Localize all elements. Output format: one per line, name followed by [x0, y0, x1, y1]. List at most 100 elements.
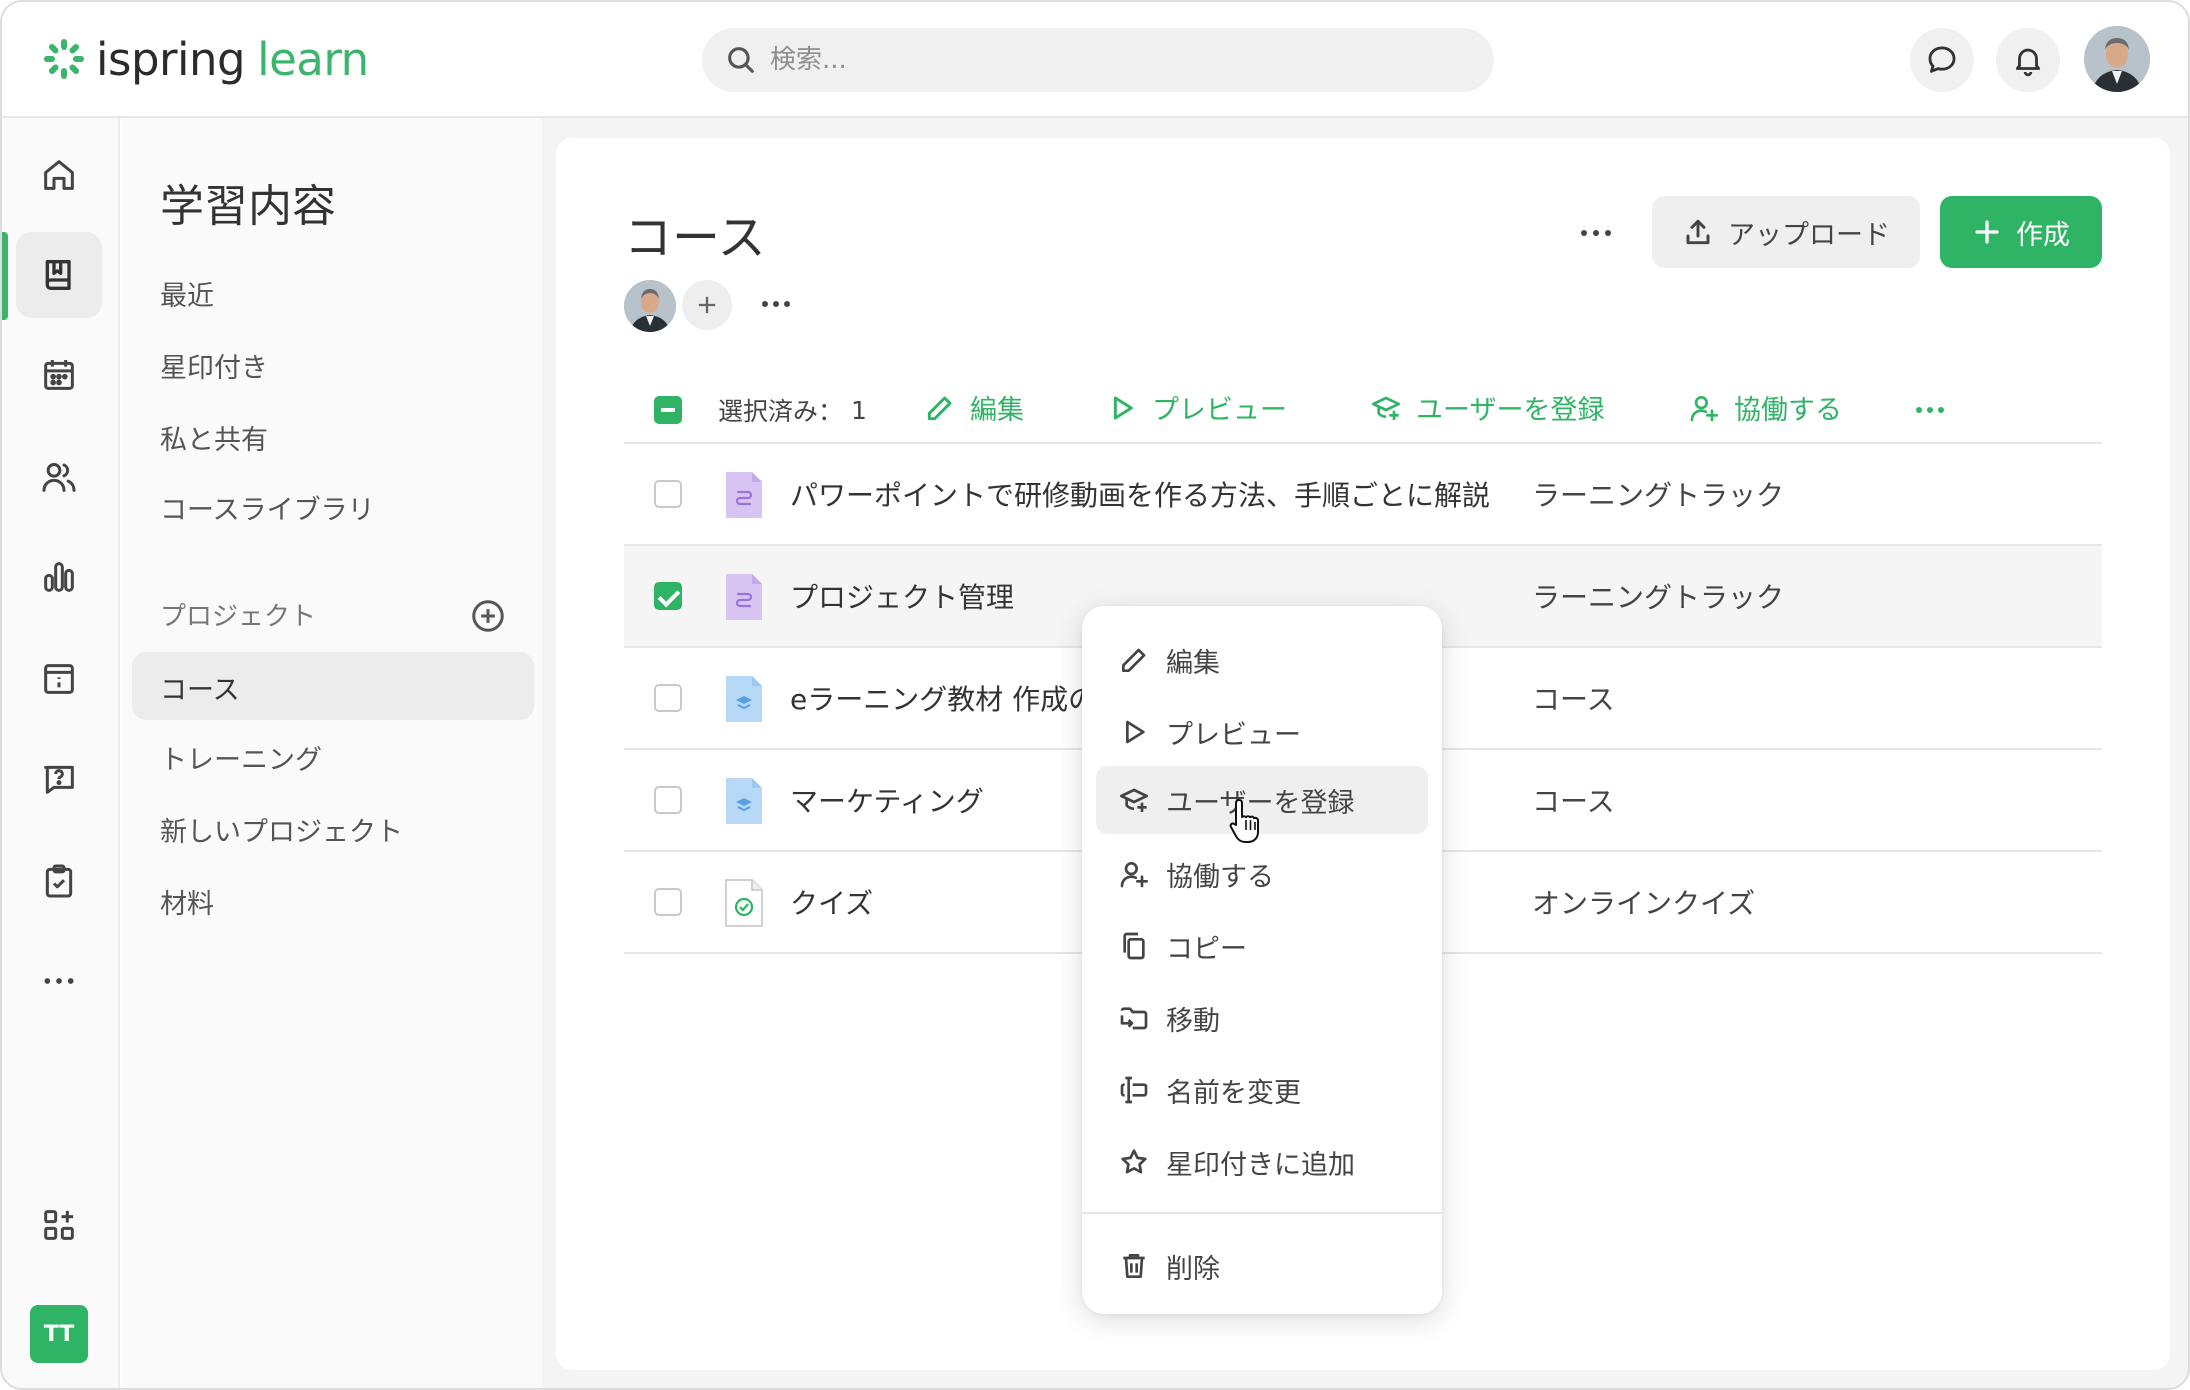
select-all-checkbox[interactable] — [654, 396, 682, 424]
row-type: コース — [1532, 785, 1615, 818]
section-title: 学習内容 — [160, 181, 336, 232]
chart-icon — [44, 562, 74, 592]
add-project-icon[interactable] — [470, 598, 506, 634]
app-window: ispring learn 検索... TT 学習内容 最近 星印付き 私と共有… — [0, 0, 2190, 1390]
notifications-button[interactable] — [1996, 28, 2060, 92]
apps-add-icon — [44, 1210, 74, 1240]
ispring-logo-icon — [44, 39, 84, 79]
upload-button[interactable]: アップロード — [1652, 196, 1920, 268]
menu-item-preview[interactable]: プレビュー — [1096, 698, 1428, 766]
menu-item-label: プレビュー — [1166, 719, 1301, 751]
user-add-icon — [1690, 395, 1718, 421]
toolbar-preview-label: プレビュー — [1152, 395, 1287, 426]
page-more-icon[interactable] — [1576, 218, 1616, 248]
menu-item-copy[interactable]: コピー — [1096, 912, 1428, 980]
toolbar-enroll-button[interactable]: ユーザーを登録 — [1370, 388, 1604, 427]
toolbar-edit-button[interactable]: 編集 — [924, 388, 1024, 427]
row-type: コース — [1532, 683, 1615, 716]
rail-users[interactable] — [16, 434, 102, 520]
rail-reports[interactable] — [16, 534, 102, 620]
search-input[interactable] — [770, 45, 1470, 75]
more-icon — [44, 978, 74, 984]
logo-text-learn: learn — [257, 32, 369, 86]
row-checkbox[interactable] — [654, 480, 682, 508]
row-name[interactable]: マーケティング — [790, 780, 984, 820]
rail-help[interactable] — [16, 736, 102, 822]
rail-learning-content[interactable] — [16, 232, 102, 318]
toolbar-preview-button[interactable]: プレビュー — [1106, 388, 1287, 427]
top-bar: ispring learn — [2, 2, 2188, 118]
owner-photo-icon — [624, 280, 676, 332]
user-initials-avatar[interactable]: TT — [30, 1305, 88, 1363]
row-type: ラーニングトラック — [1532, 581, 1785, 614]
row-name[interactable]: eラーニング教材 作成の — [790, 678, 1096, 718]
hand-cursor-icon — [1229, 799, 1259, 843]
row-checkbox[interactable] — [654, 684, 682, 712]
create-button[interactable]: 作成 — [1940, 196, 2102, 268]
learning-track-icon — [726, 472, 762, 518]
toolbar-collaborate-button[interactable]: 協働する — [1688, 388, 1842, 427]
row-checkbox[interactable] — [654, 786, 682, 814]
nav-item-recent[interactable]: 最近 — [160, 274, 214, 313]
search-bar[interactable] — [702, 28, 1494, 92]
rail-apps[interactable] — [16, 1182, 102, 1268]
menu-item-move[interactable]: 移動 — [1096, 984, 1428, 1052]
graduation-cap-icon — [1120, 788, 1148, 812]
row-name[interactable]: プロジェクト管理 — [790, 576, 1014, 616]
pencil-icon — [927, 396, 952, 420]
nav-item-training[interactable]: トレーニング — [160, 738, 322, 777]
menu-item-label: 移動 — [1166, 1005, 1220, 1037]
learning-track-icon — [726, 574, 762, 620]
rail-info-board[interactable] — [16, 636, 102, 722]
toolbar-enroll-label: ユーザーを登録 — [1416, 395, 1605, 426]
nav-item-starred[interactable]: 星印付き — [160, 346, 268, 385]
user-avatar[interactable] — [2084, 26, 2150, 92]
play-icon — [1113, 396, 1133, 419]
owner-avatar[interactable] — [624, 280, 676, 332]
bell-icon — [2015, 48, 2041, 77]
row-checkbox[interactable] — [654, 582, 682, 610]
rail-home[interactable] — [16, 132, 102, 218]
rail-more[interactable] — [16, 938, 102, 1024]
add-owner-button[interactable] — [682, 280, 732, 330]
menu-item-delete[interactable]: 削除 — [1096, 1232, 1428, 1300]
logo-text-ispring: ispring — [96, 32, 246, 86]
owners-more-icon[interactable] — [758, 290, 794, 318]
calendar-icon — [44, 360, 74, 390]
logo[interactable]: ispring learn — [42, 28, 369, 90]
user-add-icon — [1120, 862, 1148, 888]
menu-item-collaborate[interactable]: 協働する — [1096, 840, 1428, 908]
rail-tasks[interactable] — [16, 838, 102, 924]
upload-icon — [1686, 219, 1710, 245]
trash-icon — [1123, 1254, 1145, 1278]
home-icon — [44, 160, 74, 190]
toolbar-more-icon[interactable] — [1912, 396, 1948, 424]
menu-item-label: 協働する — [1166, 861, 1274, 893]
search-icon — [728, 47, 754, 73]
info-board-icon — [44, 664, 74, 694]
row-name[interactable]: クイズ — [790, 882, 873, 922]
rail-calendar[interactable] — [16, 332, 102, 418]
course-icon — [726, 676, 762, 722]
table-row[interactable]: パワーポイントで研修動画を作る方法、手順ごとに解説 ラーニングトラック — [624, 444, 2102, 546]
nav-item-new-project[interactable]: 新しいプロジェクト — [160, 810, 403, 849]
nav-item-courses[interactable]: コース — [160, 668, 240, 707]
menu-item-rename[interactable]: 名前を変更 — [1096, 1056, 1428, 1124]
selected-count: 1 — [850, 395, 867, 425]
chat-bubble-icon — [1928, 46, 1956, 73]
row-checkbox[interactable] — [654, 888, 682, 916]
nav-item-shared[interactable]: 私と共有 — [160, 418, 268, 457]
copy-icon — [1123, 932, 1145, 960]
course-icon — [726, 778, 762, 824]
nav-item-course-library[interactable]: コースライブラリ — [160, 488, 375, 527]
menu-item-edit[interactable]: 編集 — [1096, 626, 1428, 694]
users-icon — [42, 463, 76, 492]
nav-item-materials[interactable]: 材料 — [160, 882, 214, 921]
menu-item-label: 編集 — [1166, 647, 1220, 679]
menu-item-add-star[interactable]: 星印付きに追加 — [1096, 1128, 1428, 1196]
row-type: ラーニングトラック — [1532, 479, 1785, 512]
book-icon — [45, 260, 71, 290]
chat-button[interactable] — [1910, 28, 1974, 92]
menu-divider — [1082, 1212, 1442, 1214]
row-name[interactable]: パワーポイントで研修動画を作る方法、手順ごとに解説 — [790, 474, 1490, 514]
